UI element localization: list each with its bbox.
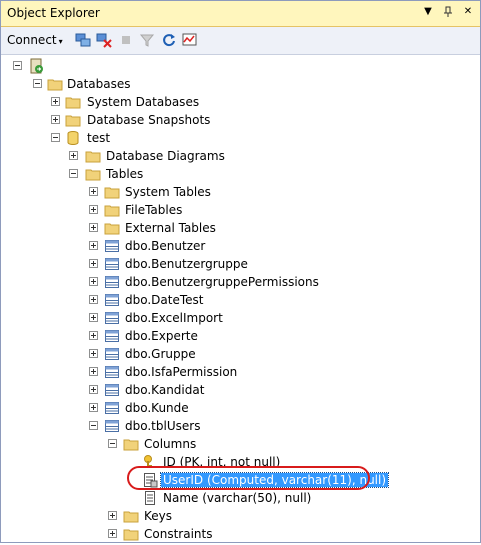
connect-object-explorer-icon[interactable] <box>75 32 91 48</box>
expand-toggle[interactable] <box>89 385 98 394</box>
table-icon <box>104 274 120 290</box>
table-icon <box>104 328 120 344</box>
tree-label: test <box>87 131 111 145</box>
expand-toggle[interactable] <box>89 295 98 304</box>
refresh-icon[interactable] <box>161 32 177 48</box>
collapse-toggle[interactable] <box>13 61 22 70</box>
collapse-toggle[interactable] <box>51 133 60 142</box>
activity-monitor-icon[interactable] <box>182 32 198 48</box>
tree-label: dbo.DateTest <box>125 293 204 307</box>
tree-label: Name (varchar(50), null) <box>163 491 312 505</box>
tree-label: dbo.Benutzergruppe <box>125 257 248 271</box>
tree-label: FileTables <box>125 203 183 217</box>
collapse-toggle[interactable] <box>33 79 42 88</box>
tree-label: dbo.Kandidat <box>125 383 205 397</box>
expand-toggle[interactable] <box>51 115 60 124</box>
collapse-toggle[interactable] <box>108 439 117 448</box>
tree-label: System Tables <box>125 185 211 199</box>
tree-label: dbo.IsfaPermission <box>125 365 238 379</box>
table-icon <box>104 310 120 326</box>
title-buttons: ▼ ✕ <box>422 6 474 18</box>
filter-icon[interactable] <box>139 32 155 48</box>
folder-icon <box>104 202 120 218</box>
server-icon <box>28 58 44 74</box>
tree-label: Tables <box>106 167 144 181</box>
window-title: Object Explorer <box>7 6 100 20</box>
tree-label: dbo.tblUsers <box>125 419 201 433</box>
expand-toggle[interactable] <box>89 349 98 358</box>
chevron-down-icon: ▾ <box>58 37 63 46</box>
expand-toggle[interactable] <box>89 223 98 232</box>
tree-label: dbo.BenutzergruppePermissions <box>125 275 319 289</box>
table-icon <box>104 256 120 272</box>
tree-label: External Tables <box>125 221 216 235</box>
close-icon[interactable]: ✕ <box>462 6 474 18</box>
tree-label: System Databases <box>87 95 200 109</box>
tree-label: Keys <box>144 509 173 523</box>
expand-toggle[interactable] <box>89 259 98 268</box>
folder-icon <box>47 76 63 92</box>
expand-toggle[interactable] <box>89 403 98 412</box>
tree-label: Database Diagrams <box>106 149 225 163</box>
folder-icon <box>104 184 120 200</box>
stop-icon[interactable] <box>118 32 134 48</box>
expand-toggle[interactable] <box>89 187 98 196</box>
expand-toggle[interactable] <box>89 205 98 214</box>
tree-label: Databases <box>67 77 131 91</box>
tree-label: dbo.ExcelImport <box>125 311 223 325</box>
expand-toggle[interactable] <box>89 313 98 322</box>
folder-icon <box>85 166 101 182</box>
toolbar: Connect ▾ <box>1 27 480 55</box>
database-icon <box>65 130 81 146</box>
tree-label: Database Snapshots <box>87 113 211 127</box>
folder-icon <box>123 508 139 524</box>
disconnect-icon[interactable] <box>96 32 112 48</box>
tree-label: dbo.Benutzer <box>125 239 206 253</box>
table-icon <box>104 418 120 434</box>
table-icon <box>104 346 120 362</box>
expand-toggle[interactable] <box>89 331 98 340</box>
table-icon <box>104 400 120 416</box>
table-icon <box>104 364 120 380</box>
pin-icon[interactable] <box>442 6 454 18</box>
table-icon <box>104 382 120 398</box>
expand-toggle[interactable] <box>108 529 117 538</box>
folder-icon <box>123 526 139 542</box>
expand-toggle[interactable] <box>51 97 60 106</box>
tree-label: dbo.Kunde <box>125 401 189 415</box>
object-explorer-window: Object Explorer ▼ ✕ Connect ▾ Databases … <box>0 0 481 543</box>
connect-button[interactable]: Connect ▾ <box>7 33 63 47</box>
dropdown-arrow-icon[interactable]: ▼ <box>422 6 434 18</box>
folder-icon <box>65 94 81 110</box>
table-icon <box>104 292 120 308</box>
folder-icon <box>104 220 120 236</box>
connect-label: Connect <box>7 33 57 47</box>
folder-icon <box>85 148 101 164</box>
expand-toggle[interactable] <box>89 367 98 376</box>
expand-toggle[interactable] <box>89 277 98 286</box>
highlight-annotation-ring <box>127 466 370 490</box>
tree-label: dbo.Gruppe <box>125 347 196 361</box>
tree-label: Constraints <box>144 527 213 541</box>
table-icon <box>104 238 120 254</box>
collapse-toggle[interactable] <box>69 169 78 178</box>
folder-icon <box>65 112 81 128</box>
expand-toggle[interactable] <box>69 151 78 160</box>
title-bar: Object Explorer ▼ ✕ <box>1 1 480 27</box>
tree-label: dbo.Experte <box>125 329 198 343</box>
folder-icon <box>123 436 139 452</box>
expand-toggle[interactable] <box>89 241 98 250</box>
expand-toggle[interactable] <box>108 511 117 520</box>
column-icon <box>142 490 158 506</box>
tree-label: Columns <box>144 437 197 451</box>
collapse-toggle[interactable] <box>89 421 98 430</box>
object-explorer-tree: Databases System Databases Database Snap… <box>1 55 480 542</box>
